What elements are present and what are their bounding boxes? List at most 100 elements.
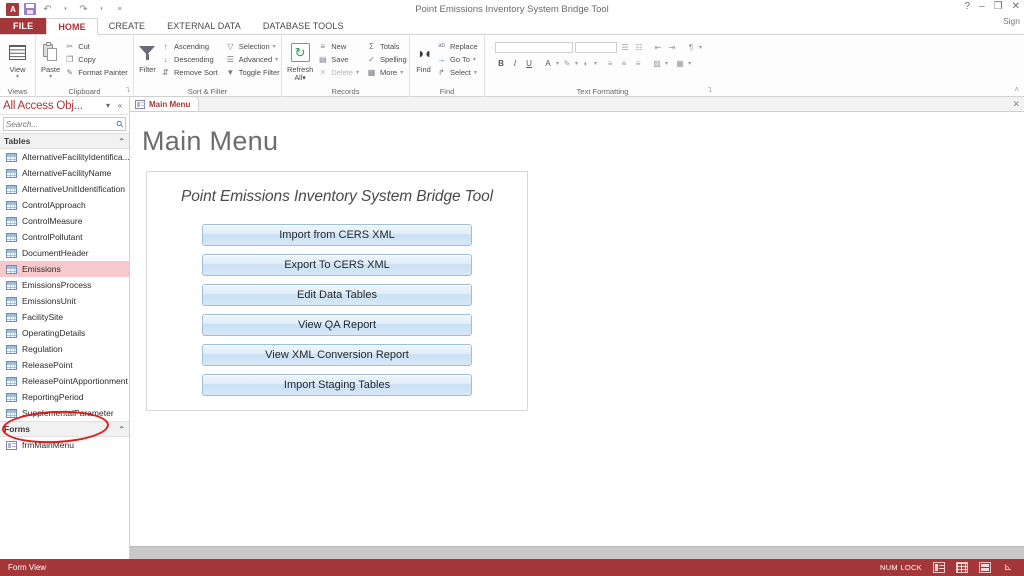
tab-file[interactable]: FILE	[0, 17, 47, 34]
numbering-button[interactable]: ☷	[633, 41, 645, 53]
nav-group-forms[interactable]: Forms ⌃	[0, 421, 129, 437]
go-to-caret-icon[interactable]: ▾	[473, 56, 476, 63]
totals-button[interactable]: Σ Totals	[365, 40, 410, 52]
nav-item-controlapproach[interactable]: ControlApproach	[0, 197, 129, 213]
text-formatting-dialog-launcher-icon[interactable]: ⮧	[708, 85, 712, 96]
view-qa-report-button[interactable]: View QA Report	[202, 314, 472, 336]
text-direction-caret-icon[interactable]: ▾	[699, 44, 702, 51]
chevron-up-icon[interactable]: ⌃	[118, 425, 125, 434]
search-input[interactable]	[6, 119, 117, 129]
background-color-caret-icon[interactable]: ▾	[594, 60, 597, 67]
more-records-button[interactable]: ▦ More ▾	[365, 66, 410, 78]
highlight-button[interactable]: ✎	[561, 57, 573, 69]
format-painter-button[interactable]: ✎ Format Painter	[63, 66, 131, 78]
undo-icon[interactable]: ↶	[41, 3, 54, 16]
font-name-select[interactable]	[495, 41, 573, 53]
font-color-caret-icon[interactable]: ▾	[556, 60, 559, 67]
alternate-row-color-button[interactable]: ▨	[651, 57, 663, 69]
customize-qat-icon[interactable]: ≡	[113, 3, 126, 16]
font-size-select[interactable]	[575, 41, 617, 53]
bullets-button[interactable]: ☰	[619, 41, 631, 53]
nav-item-emissions[interactable]: Emissions	[0, 261, 129, 277]
bold-button[interactable]: B	[495, 57, 507, 69]
collapse-pane-icon[interactable]: «	[114, 101, 126, 110]
navigation-search[interactable]: ⚲	[3, 117, 126, 131]
navigation-pane-title[interactable]: All Access Obj...	[3, 100, 102, 112]
spelling-button[interactable]: ✓ Spelling	[365, 53, 410, 65]
sort-descending-button[interactable]: ↓ Descending	[159, 53, 221, 65]
help-icon[interactable]: ?	[965, 1, 971, 13]
nav-item-documentheader[interactable]: DocumentHeader	[0, 245, 129, 261]
document-tab-main-menu[interactable]: Main Menu	[130, 96, 200, 111]
restore-icon[interactable]: ❐	[994, 1, 1003, 13]
new-record-button[interactable]: ≡ New	[316, 40, 362, 52]
navigation-pane-header[interactable]: All Access Obj... ▾ «	[0, 97, 129, 115]
more-caret-icon[interactable]: ▾	[400, 69, 403, 76]
nav-item-releasepoint[interactable]: ReleasePoint	[0, 357, 129, 373]
form-view-button[interactable]	[933, 562, 945, 573]
cut-button[interactable]: ✂ Cut	[63, 40, 131, 52]
tab-database-tools[interactable]: DATABASE TOOLS	[252, 17, 355, 34]
tab-create[interactable]: CREATE	[98, 17, 156, 34]
replace-button[interactable]: ab Replace	[435, 40, 481, 52]
nav-item-regulation[interactable]: Regulation	[0, 341, 129, 357]
undo-caret-icon[interactable]: ▾	[59, 3, 72, 16]
nav-item-alternativefacilityname[interactable]: AlternativeFacilityName	[0, 165, 129, 181]
nav-item-emissionsunit[interactable]: EmissionsUnit	[0, 293, 129, 309]
close-document-icon[interactable]: ✕	[1012, 99, 1020, 110]
alternate-row-color-caret-icon[interactable]: ▾	[665, 60, 668, 67]
view-button[interactable]: View ▾	[5, 38, 30, 81]
align-left-button[interactable]: ≡	[604, 57, 616, 69]
decrease-indent-button[interactable]: ⇤	[652, 41, 664, 53]
tab-external-data[interactable]: EXTERNAL DATA	[156, 17, 252, 34]
nav-item-frmmainmenu[interactable]: frmMainMenu	[0, 437, 129, 453]
gridlines-caret-icon[interactable]: ▾	[688, 60, 691, 67]
italic-button[interactable]: I	[509, 57, 521, 69]
redo-caret-icon[interactable]: ▾	[95, 3, 108, 16]
layout-view-button[interactable]	[979, 562, 991, 573]
sign-in-label[interactable]: Sign	[1003, 16, 1020, 26]
filter-button[interactable]: Filter	[139, 38, 156, 74]
datasheet-view-button[interactable]	[956, 562, 968, 573]
horizontal-scrollbar[interactable]	[130, 546, 1024, 559]
nav-item-facilitysite[interactable]: FacilitySite	[0, 309, 129, 325]
select-caret-icon[interactable]: ▾	[474, 69, 477, 76]
align-right-button[interactable]: ≡	[632, 57, 644, 69]
view-xml-conversion-report-button[interactable]: View XML Conversion Report	[202, 344, 472, 366]
text-direction-button[interactable]: ¶	[685, 41, 697, 53]
edit-data-tables-button[interactable]: Edit Data Tables	[202, 284, 472, 306]
save-icon[interactable]	[24, 3, 36, 15]
save-record-button[interactable]: ▤ Save	[316, 53, 362, 65]
advanced-caret-icon[interactable]: ▾	[275, 56, 278, 63]
toggle-filter-button[interactable]: ▼ Toggle Filter	[224, 66, 283, 78]
design-view-button[interactable]: ⊾	[1002, 562, 1014, 573]
increase-indent-button[interactable]: ⇥	[666, 41, 678, 53]
nav-item-controlmeasure[interactable]: ControlMeasure	[0, 213, 129, 229]
delete-caret-icon[interactable]: ▾	[356, 69, 359, 76]
nav-item-alternativefacilityidentification[interactable]: AlternativeFacilityIdentifica...	[0, 149, 129, 165]
gridlines-button[interactable]: ▦	[674, 57, 686, 69]
find-button[interactable]: ◗◖ Find	[415, 38, 432, 75]
paste-button[interactable]: Paste ▾	[41, 38, 60, 81]
navigation-menu-icon[interactable]: ▾	[102, 101, 114, 110]
redo-icon[interactable]: ↷	[77, 3, 90, 16]
view-caret-icon[interactable]: ▾	[16, 74, 19, 81]
sort-ascending-button[interactable]: ↑ Ascending	[159, 40, 221, 52]
tab-home[interactable]: HOME	[46, 18, 98, 35]
background-color-button[interactable]: ◐	[580, 57, 592, 69]
import-from-cers-xml-button[interactable]: Import from CERS XML	[202, 224, 472, 246]
nav-item-supplementalparameter[interactable]: SupplementalParameter	[0, 405, 129, 421]
collapse-ribbon-icon[interactable]: ˄	[1014, 85, 1019, 94]
chevron-up-icon[interactable]: ⌃	[118, 137, 125, 146]
selection-button[interactable]: ▽ Selection ▾	[224, 40, 283, 52]
select-button[interactable]: ↱ Select ▾	[435, 66, 481, 78]
underline-button[interactable]: U	[523, 57, 535, 69]
nav-item-releasepointapportionment[interactable]: ReleasePointApportionment	[0, 373, 129, 389]
nav-group-tables[interactable]: Tables ⌃	[0, 133, 129, 149]
advanced-button[interactable]: ☰ Advanced ▾	[224, 53, 283, 65]
paste-caret-icon[interactable]: ▾	[49, 74, 52, 81]
highlight-caret-icon[interactable]: ▾	[575, 60, 578, 67]
nav-item-emissionsprocess[interactable]: EmissionsProcess	[0, 277, 129, 293]
go-to-button[interactable]: → Go To ▾	[435, 53, 481, 65]
clipboard-dialog-launcher-icon[interactable]: ⮧	[126, 85, 130, 96]
